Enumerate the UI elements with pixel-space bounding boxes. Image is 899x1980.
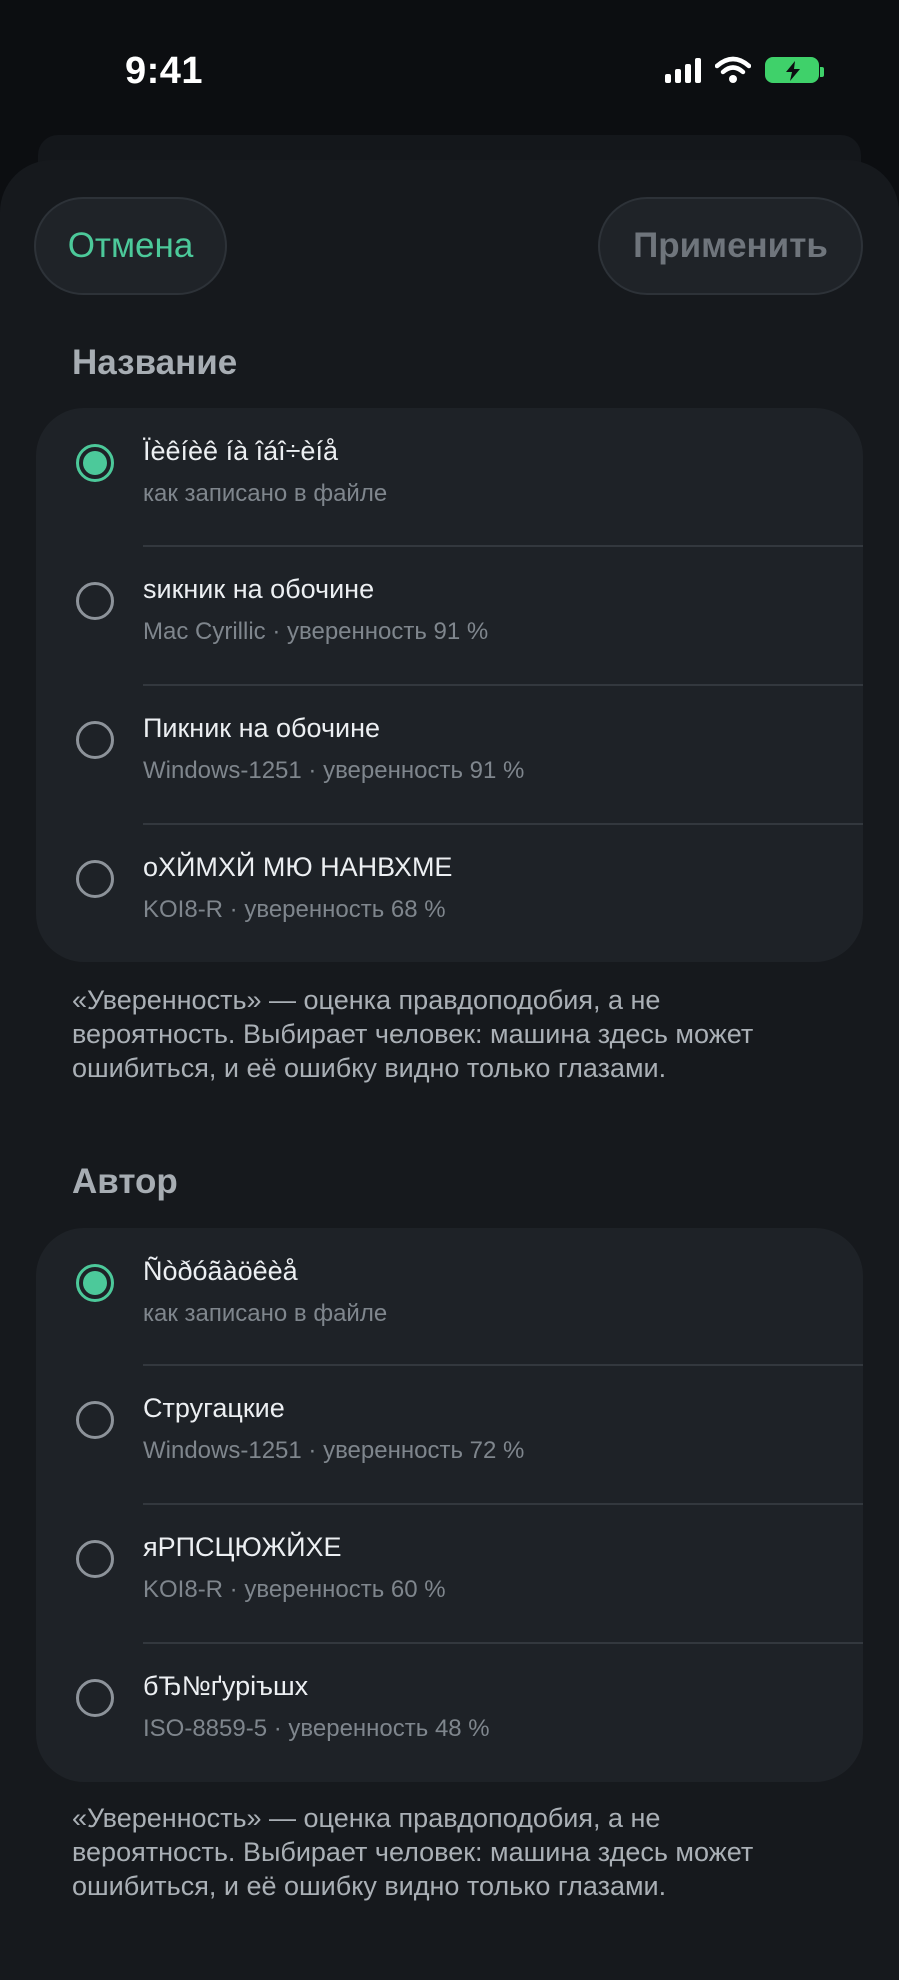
option-as-in-file[interactable]: Ïèêíèê íà îáî÷èíå как записано в файле — [36, 408, 863, 546]
option-title: Стругацкие — [143, 1393, 285, 1423]
wifi-icon — [715, 56, 751, 83]
option-subtitle: Windows-1251 · уверенность 91 % — [143, 757, 525, 784]
radio-unselected-icon[interactable] — [76, 1401, 114, 1439]
section-title-name: Название — [72, 343, 238, 382]
status-icons — [665, 56, 824, 84]
option-title: ѕикник на обочине — [143, 574, 375, 604]
section-title-author: Автор — [72, 1162, 178, 1201]
radio-selected-icon[interactable] — [76, 1264, 114, 1302]
status-time: 9:41 — [125, 50, 204, 92]
option-iso-8859-5[interactable]: бЂ№ґуріъшх ISO-8859-5 · уверенность 48 % — [36, 1643, 863, 1781]
option-subtitle: KOI8-R · уверенность 60 % — [143, 1576, 446, 1603]
option-title: оХЙМХЙ МЮ НАНВХМЕ — [143, 852, 453, 882]
option-koi8-r[interactable]: оХЙМХЙ МЮ НАНВХМЕ KOI8-R · уверенность 6… — [36, 824, 863, 962]
option-title: Ïèêíèê íà îáî÷èíå — [143, 436, 338, 466]
confidence-note: «Уверенность» — оценка правдоподобия, а … — [72, 985, 754, 1083]
option-title: Ñòðóãàöêèå — [143, 1256, 298, 1286]
option-as-in-file[interactable]: Ñòðóãàöêèå как записано в файле — [36, 1228, 863, 1366]
option-koi8-r[interactable]: яРПСЦЮЖЙХЕ KOI8-R · уверенность 60 % — [36, 1504, 863, 1642]
confidence-note: «Уверенность» — оценка правдоподобия, а … — [72, 1803, 754, 1901]
radio-unselected-icon[interactable] — [76, 721, 114, 759]
status-bar: 9:41 — [0, 0, 899, 140]
option-subtitle: KOI8-R · уверенность 68 % — [143, 896, 446, 923]
option-title: Пикник на обочине — [143, 713, 381, 743]
battery-charging-icon — [765, 57, 824, 83]
author-options-card: Ñòðóãàöêèå как записано в файле Стругацк… — [36, 1228, 863, 1782]
option-subtitle: как записано в файле — [143, 480, 388, 507]
option-subtitle: ISO-8859-5 · уверенность 48 % — [143, 1715, 490, 1742]
option-windows-1251[interactable]: Стругацкие Windows-1251 · уверенность 72… — [36, 1365, 863, 1503]
option-windows-1251[interactable]: Пикник на обочине Windows-1251 · уверенн… — [36, 685, 863, 823]
radio-unselected-icon[interactable] — [76, 582, 114, 620]
radio-unselected-icon[interactable] — [76, 1679, 114, 1717]
radio-unselected-icon[interactable] — [76, 860, 114, 898]
title-options-card: Ïèêíèê íà îáî÷èíå как записано в файле ѕ… — [36, 408, 863, 962]
radio-unselected-icon[interactable] — [76, 1540, 114, 1578]
option-mac-cyrillic[interactable]: ѕикник на обочине Mac Cyrillic · уверенн… — [36, 546, 863, 684]
option-subtitle: Windows-1251 · уверенность 72 % — [143, 1437, 525, 1464]
cellular-signal-icon — [665, 57, 701, 83]
option-title: бЂ№ґуріъшх — [143, 1671, 309, 1701]
option-title: яРПСЦЮЖЙХЕ — [143, 1532, 342, 1562]
radio-selected-icon[interactable] — [76, 444, 114, 482]
apply-button[interactable]: Применить — [598, 197, 863, 295]
cancel-button[interactable]: Отмена — [34, 197, 227, 295]
option-subtitle: как записано в файле — [143, 1300, 388, 1327]
option-subtitle: Mac Cyrillic · уверенность 91 % — [143, 618, 489, 645]
